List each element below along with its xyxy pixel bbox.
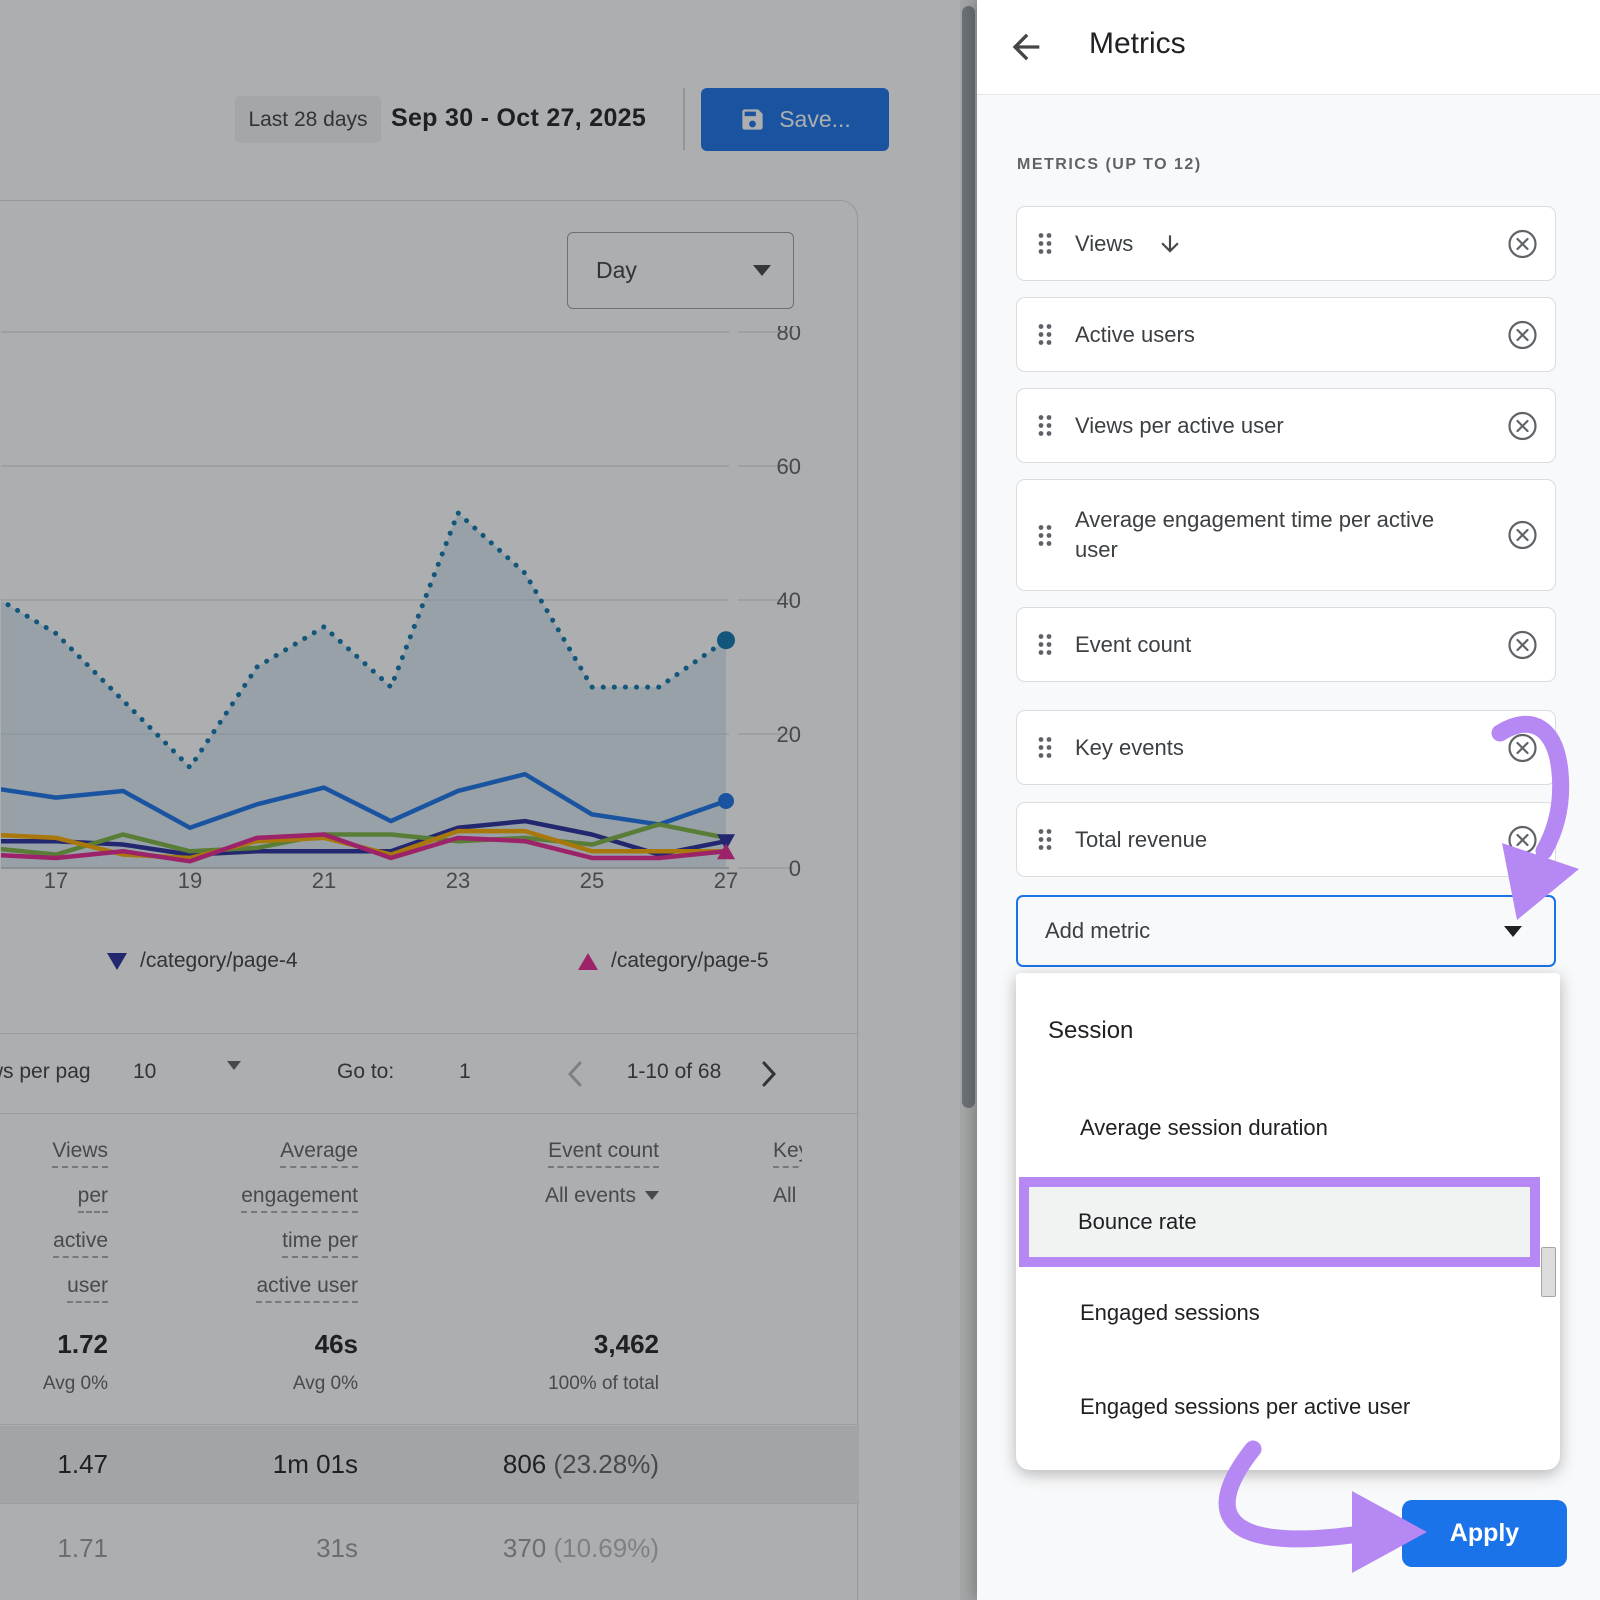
remove-metric-button[interactable] <box>1507 732 1538 763</box>
add-metric-label: Add metric <box>1045 918 1150 944</box>
sort-descending-icon <box>1157 231 1183 257</box>
panel-header: Metrics <box>977 0 1600 95</box>
ga4-explore-screen: Last 28 days Sep 30 - Oct 27, 2025 Save.… <box>0 0 1600 1600</box>
metrics-section-label: METRICS (UP TO 12) <box>1017 156 1202 174</box>
metric-chip-key-events[interactable]: Key events <box>1016 710 1556 785</box>
menu-scrollbar-thumb[interactable] <box>1541 1247 1556 1297</box>
add-metric-menu: Session Average session duration Bounce … <box>1016 973 1560 1470</box>
menu-item-bounce-rate[interactable]: Bounce rate <box>1078 1209 1197 1235</box>
menu-item-average-session-duration[interactable]: Average session duration <box>1080 1115 1328 1141</box>
remove-metric-button[interactable] <box>1507 410 1538 441</box>
arrow-back-icon <box>1006 27 1046 67</box>
modal-scrim <box>0 0 977 1600</box>
metric-chip-event-count[interactable]: Event count <box>1016 607 1556 682</box>
menu-item-engaged-sessions-per-active-user[interactable]: Engaged sessions per active user <box>1080 1394 1410 1420</box>
drag-handle-icon[interactable] <box>1037 322 1053 347</box>
metric-chip-avg-engagement-time[interactable]: Average engagement time per active user <box>1016 479 1556 591</box>
metrics-panel: Metrics METRICS (UP TO 12) Views Active … <box>977 0 1600 1600</box>
drag-handle-icon[interactable] <box>1037 523 1053 548</box>
remove-metric-button[interactable] <box>1507 228 1538 259</box>
panel-title: Metrics <box>1089 27 1186 61</box>
add-metric-dropdown[interactable]: Add metric <box>1016 895 1556 967</box>
drag-handle-icon[interactable] <box>1037 632 1053 657</box>
remove-metric-button[interactable] <box>1507 629 1538 660</box>
metric-chip-views[interactable]: Views <box>1016 206 1556 281</box>
drag-handle-icon[interactable] <box>1037 827 1053 852</box>
drag-handle-icon[interactable] <box>1037 413 1053 438</box>
metric-chip-active-users[interactable]: Active users <box>1016 297 1556 372</box>
menu-group-session: Session <box>1048 1017 1133 1045</box>
metric-chip-total-revenue[interactable]: Total revenue <box>1016 802 1556 877</box>
back-button[interactable] <box>1006 27 1046 67</box>
remove-metric-button[interactable] <box>1507 520 1538 551</box>
remove-metric-button[interactable] <box>1507 824 1538 855</box>
bounce-rate-highlight: Bounce rate <box>1019 1177 1540 1267</box>
remove-metric-button[interactable] <box>1507 319 1538 350</box>
drag-handle-icon[interactable] <box>1037 735 1053 760</box>
menu-item-engaged-sessions[interactable]: Engaged sessions <box>1080 1300 1260 1326</box>
drag-handle-icon[interactable] <box>1037 231 1053 256</box>
metric-chip-views-per-active-user[interactable]: Views per active user <box>1016 388 1556 463</box>
chevron-down-icon <box>1504 926 1522 937</box>
apply-button[interactable]: Apply <box>1402 1500 1567 1567</box>
